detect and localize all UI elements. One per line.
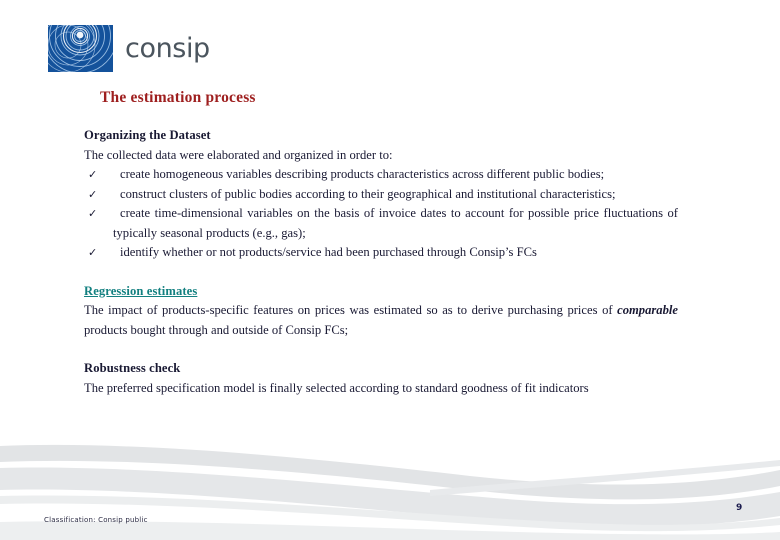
list-item: ✓ identify whether or not products/servi… <box>84 243 678 263</box>
footer-classification: Classification: Consip public <box>44 516 148 524</box>
page-number: 9 <box>736 503 743 513</box>
page-title: The estimation process <box>100 89 256 106</box>
slide-canvas: consip The estimation process Organizing… <box>0 0 780 540</box>
list-item-label: create time-dimensional variables on the… <box>113 206 678 240</box>
regression-emphasis: comparable <box>617 303 678 317</box>
check-icon: ✓ <box>88 207 98 220</box>
checklist-organizing: ✓ create homogeneous variables describin… <box>84 165 678 263</box>
slide-body: Organizing the Dataset The collected dat… <box>84 126 678 398</box>
section-intro-organizing: The collected data were elaborated and o… <box>84 147 393 162</box>
list-item: ✓ construct clusters of public bodies ac… <box>84 185 678 205</box>
list-item-label: construct clusters of public bodies acco… <box>120 186 616 201</box>
check-icon: ✓ <box>88 168 98 181</box>
brand-logo: consip <box>48 25 210 72</box>
consip-ripple-logo-icon <box>48 25 113 72</box>
list-item: ✓ create time-dimensional variables on t… <box>84 204 678 243</box>
section-body-robustness: The preferred specification model is fin… <box>84 380 589 395</box>
regression-text-part1: The impact of products-specific features… <box>84 303 618 317</box>
regression-text-part2: products bought through and outside of C… <box>84 322 349 337</box>
list-item-label: create homogeneous variables describing … <box>120 167 605 181</box>
check-icon: ✓ <box>88 246 98 259</box>
consip-wordmark: consip <box>125 33 210 64</box>
section-heading-organizing: Organizing the Dataset <box>84 128 211 142</box>
check-icon: ✓ <box>88 187 98 201</box>
section-heading-regression-wrap: Regression estimates <box>84 282 678 302</box>
list-item: ✓ create homogeneous variables describin… <box>84 165 678 185</box>
section-body-regression: The impact of products-specific features… <box>84 301 678 340</box>
section-heading-regression: Regression estimates <box>84 283 198 298</box>
list-item-label: identify whether or not products/service… <box>120 245 537 259</box>
section-heading-robustness: Robustness check <box>84 361 181 375</box>
